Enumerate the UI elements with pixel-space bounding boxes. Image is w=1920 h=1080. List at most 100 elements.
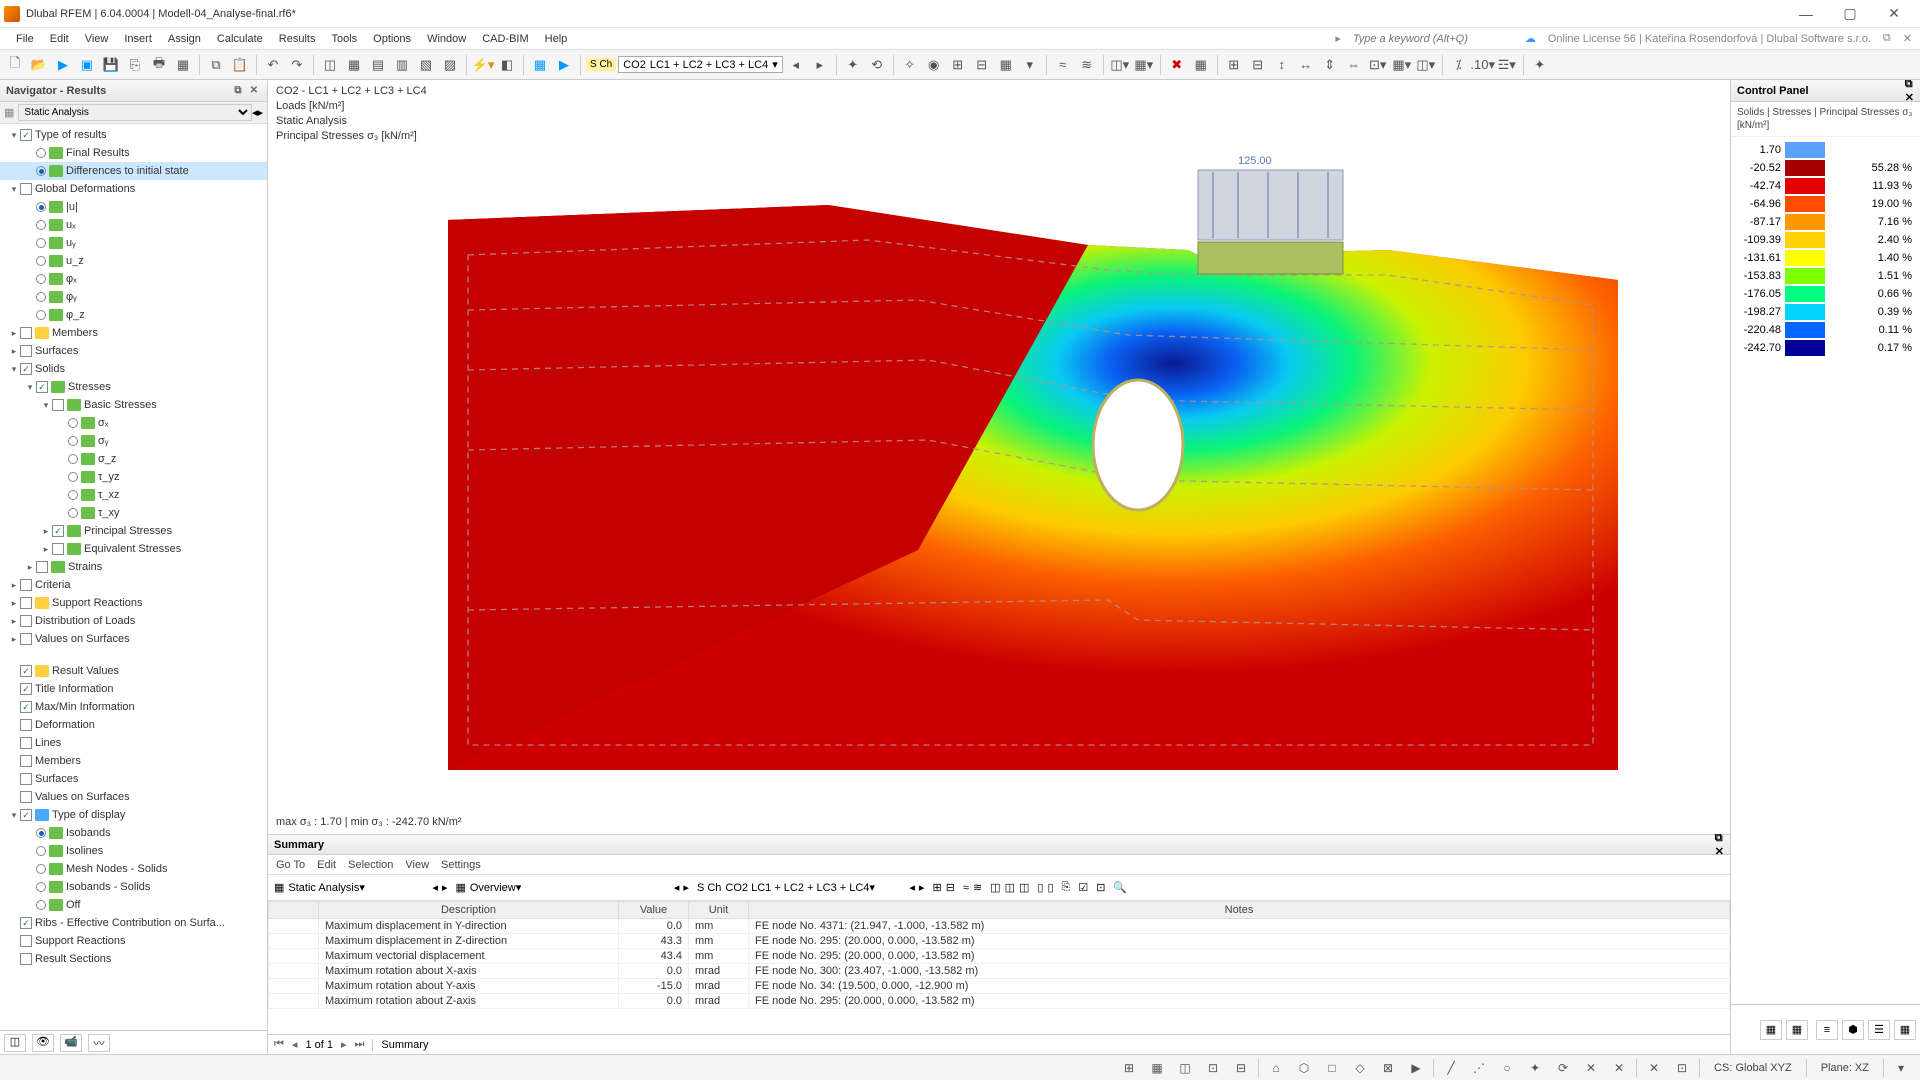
table-row[interactable]: Maximum rotation about Y-axis-15.0mradFE… [269,979,1730,994]
t16-button[interactable]: ⊟ [1247,54,1269,76]
t6-button[interactable]: ⊟ [971,54,993,76]
sb6-button[interactable]: ⌂ [1265,1058,1287,1078]
page-prev-button[interactable]: ◂ [292,1038,298,1051]
lc-button[interactable]: ◧ [496,54,518,76]
tree-item[interactable]: σᵧ [0,432,267,450]
t27-button[interactable]: ✦ [1529,54,1551,76]
t19-button[interactable]: ⇕ [1319,54,1341,76]
sb5-button[interactable]: ⊟ [1230,1058,1252,1078]
legend-btn1[interactable]: ▦ [1760,1020,1782,1040]
panel-close-button[interactable]: ✕ [247,84,261,98]
run-button[interactable]: ▶ [52,54,74,76]
loadcase-combo[interactable]: CO2 LC1 + LC2 + LC3 + LC4 ▾ [618,56,782,73]
nav-tab2-button[interactable]: 👁 [32,1034,54,1052]
tree-item[interactable]: ▸Support Reactions [0,594,267,612]
calc-button[interactable]: ▣ [76,54,98,76]
page-last-button[interactable]: ⏭ [355,1038,365,1051]
menu-cad-bim[interactable]: CAD-BIM [474,31,536,47]
new-button[interactable]: 🗋 [4,54,26,76]
tree-item[interactable]: ▾Basic Stresses [0,396,267,414]
snext1-button[interactable]: ▸ [442,881,448,894]
tree-item[interactable]: σₓ [0,414,267,432]
t15-button[interactable]: ⊞ [1223,54,1245,76]
tree-item[interactable]: Members [0,752,267,770]
inner-restore-button[interactable]: ⧉ [1883,32,1891,45]
keyword-search-input[interactable] [1353,33,1513,45]
tree-item[interactable]: Isobands [0,824,267,842]
tree-item[interactable]: Mesh Nodes - Solids [0,860,267,878]
t2-button[interactable]: ⟲ [866,54,888,76]
snext2-button[interactable]: ▸ [683,881,689,894]
tree-item[interactable]: Isobands - Solids [0,878,267,896]
sprev3-button[interactable]: ◂ [909,881,915,894]
stool1-button[interactable]: ⊞ [932,881,941,894]
analysis-type-combo[interactable]: Static Analysis [18,104,252,121]
analyze-button[interactable]: ▶ [553,54,575,76]
menu-options[interactable]: Options [365,31,419,47]
t3-button[interactable]: ✧ [899,54,921,76]
t20-button[interactable]: ⇔ [1343,54,1365,76]
stool5-button[interactable]: ◫ [990,881,1000,894]
tree-item[interactable]: uᵧ [0,234,267,252]
stool6-button[interactable]: ◫ [1005,881,1015,894]
tree-item[interactable]: ▸Surfaces [0,342,267,360]
load-button[interactable]: ⚡▾ [472,54,494,76]
menu-calculate[interactable]: Calculate [209,31,271,47]
t10-button[interactable]: ≋ [1076,54,1098,76]
t23-button[interactable]: ◫▾ [1415,54,1437,76]
minimize-button[interactable]: — [1784,0,1828,28]
t24-button[interactable]: ⁒ [1448,54,1470,76]
stool8-button[interactable]: ▯ [1037,881,1043,894]
model-viewport[interactable]: CO2 - LC1 + LC2 + LC3 + LC4 Loads [kN/m²… [268,80,1730,834]
stool9-button[interactable]: ▯ [1047,881,1053,894]
sb11-button[interactable]: ▶ [1405,1058,1427,1078]
tree-item[interactable]: Title Information [0,680,267,698]
tree-item[interactable]: Support Reactions [0,932,267,950]
tree-item[interactable]: σ_z [0,450,267,468]
tree-item[interactable]: ▾Global Deformations [0,180,267,198]
panel-pin-button[interactable]: ⧉ [231,84,245,98]
summary-lc-combo[interactable]: CO2 LC1 + LC2 + LC3 + LC4▾ [725,881,905,894]
sb16-button[interactable]: ⟳ [1552,1058,1574,1078]
print-button[interactable]: 🖶 [148,54,170,76]
open-button[interactable]: 📂 [28,54,50,76]
tree-item[interactable]: τ_xy [0,504,267,522]
prev-lc-button[interactable]: ◂ [785,54,807,76]
summary-analysis-combo[interactable]: Static Analysis▾ [288,881,428,894]
t14-button[interactable]: ▦ [1190,54,1212,76]
menu-view[interactable]: View [77,31,117,47]
sb-end-button[interactable]: ▾ [1890,1058,1912,1078]
nav-tab1-button[interactable]: ◫ [4,1034,26,1052]
t12-button[interactable]: ▦▾ [1133,54,1155,76]
stool-search-button[interactable]: 🔍 [1113,881,1127,894]
tree-item[interactable]: Surfaces [0,770,267,788]
tree-item[interactable]: ▸Strains [0,558,267,576]
sb20-button[interactable]: ⊡ [1671,1058,1693,1078]
sprev2-button[interactable]: ◂ [674,881,680,894]
view1-button[interactable]: ◫ [319,54,341,76]
view6-button[interactable]: ▨ [439,54,461,76]
legend-btn6[interactable]: ▦ [1894,1020,1916,1040]
menu-insert[interactable]: Insert [116,31,160,47]
summary-grid[interactable]: DescriptionValueUnitNotesMaximum displac… [268,901,1730,1034]
tree-item[interactable]: Deformation [0,716,267,734]
t21-button[interactable]: ⊡▾ [1367,54,1389,76]
tree-item[interactable]: u_z [0,252,267,270]
sb8-button[interactable]: □ [1321,1058,1343,1078]
sb4-button[interactable]: ⊡ [1202,1058,1224,1078]
tree-item[interactable]: ▾Stresses [0,378,267,396]
saveas-button[interactable]: ⎘ [124,54,146,76]
table-row[interactable]: Maximum rotation about X-axis0.0mradFE n… [269,964,1730,979]
menu-edit[interactable]: Edit [42,31,77,47]
tree-item[interactable]: φₓ [0,270,267,288]
tree-item[interactable]: ▾Type of display [0,806,267,824]
legend-btn3[interactable]: ≡ [1816,1020,1838,1040]
summary-tab-label[interactable]: Summary [372,1039,428,1051]
save-button[interactable]: 💾 [100,54,122,76]
redo-button[interactable]: ↷ [286,54,308,76]
legend-btn2[interactable]: ▦ [1786,1020,1808,1040]
tree-item[interactable]: Ribs - Effective Contribution on Surfa..… [0,914,267,932]
summary-menu-edit[interactable]: Edit [317,859,336,871]
t13-button[interactable]: ✖ [1166,54,1188,76]
tree-item[interactable]: uₓ [0,216,267,234]
